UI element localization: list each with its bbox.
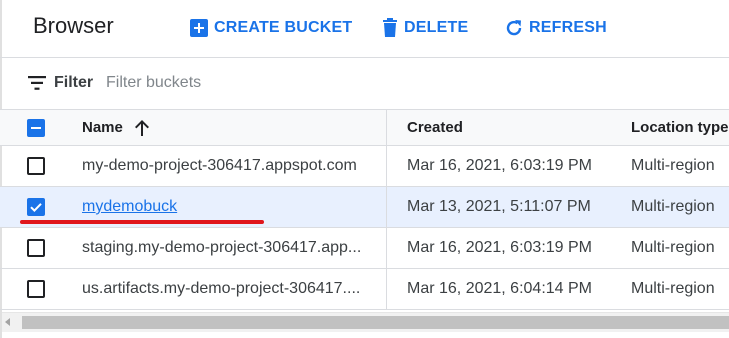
page-title: Browser [33,13,114,38]
trash-icon [383,18,397,37]
refresh-button[interactable]: REFRESH [505,16,607,40]
bucket-created: Mar 16, 2021, 6:04:14 PM [407,280,592,297]
filter-icon [28,76,46,90]
bucket-location-type: Multi-region [631,280,715,297]
row-checkbox[interactable] [27,157,45,175]
sort-ascending-icon[interactable] [133,119,151,137]
bucket-name[interactable]: my-demo-project-306417.appspot.com [82,157,372,175]
filter-label: Filter [54,74,94,91]
bucket-name-link[interactable]: mydemobuck [82,198,177,215]
row-checkbox[interactable] [27,198,45,216]
bucket-name[interactable]: staging.my-demo-project-306417.app... [82,239,372,257]
bucket-created: Mar 16, 2021, 6:03:19 PM [407,239,592,256]
annotation-underline [20,220,264,224]
toolbar: Browser CREATE BUCKET DELETE REFRESH [0,0,729,58]
bucket-created: Mar 16, 2021, 6:03:19 PM [407,157,592,174]
column-divider[interactable] [386,110,387,310]
add-box-icon [190,19,208,37]
bucket-location-type: Multi-region [631,239,715,256]
column-header-location-type[interactable]: Location type [631,119,729,136]
indeterminate-icon [31,127,41,129]
column-header-created[interactable]: Created [407,119,617,136]
create-bucket-button[interactable]: CREATE BUCKET [190,16,352,40]
row-checkbox[interactable] [27,280,45,298]
bucket-name[interactable]: mydemobuck [82,198,372,216]
bucket-name[interactable]: us.artifacts.my-demo-project-306417.... [82,280,372,298]
table-row[interactable]: staging.my-demo-project-306417.app... Ma… [0,228,729,269]
bucket-created: Mar 13, 2021, 5:11:07 PM [407,198,591,215]
scroll-left-arrow-icon[interactable] [5,318,10,326]
bucket-location-type: Multi-region [631,157,715,174]
delete-button[interactable]: DELETE [382,16,468,40]
table-header-row: Name Created Location type [0,110,729,146]
select-all-checkbox[interactable] [27,119,45,137]
scrollbar-thumb[interactable] [22,316,729,329]
checkmark-icon [30,203,42,213]
bucket-location-type: Multi-region [631,198,715,215]
refresh-label: REFRESH [529,19,607,36]
column-header-name[interactable]: Name [82,119,372,136]
refresh-icon [506,20,522,36]
table-row[interactable]: us.artifacts.my-demo-project-306417.... … [0,269,729,310]
filter-bar: Filter [0,58,729,110]
row-checkbox[interactable] [27,239,45,257]
create-bucket-label: CREATE BUCKET [214,19,353,36]
delete-label: DELETE [404,19,469,36]
horizontal-scrollbar[interactable] [2,312,729,332]
filter-buckets-input[interactable] [106,70,706,96]
table-row[interactable]: my-demo-project-306417.appspot.com Mar 1… [0,146,729,187]
